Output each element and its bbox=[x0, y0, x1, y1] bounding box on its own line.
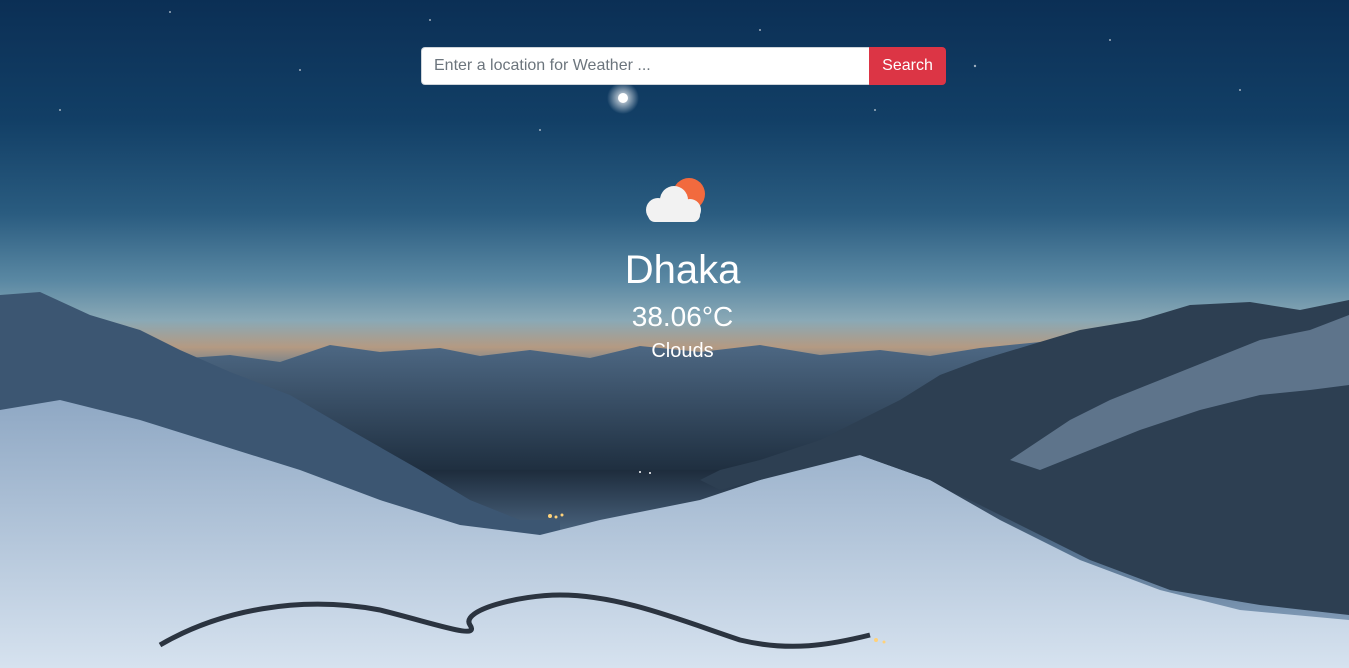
search-input[interactable] bbox=[421, 47, 869, 85]
search-button[interactable]: Search bbox=[869, 47, 946, 85]
temperature: 38.06°C bbox=[631, 301, 734, 332]
city-name: Dhaka bbox=[624, 248, 741, 292]
cloud-sun-icon bbox=[645, 178, 705, 222]
weather-app: Search Dhaka 38.06°C Clouds bbox=[0, 0, 1349, 668]
search-bar: Search bbox=[421, 47, 946, 85]
weather-condition: Clouds bbox=[651, 340, 714, 362]
weather-panel: Dhaka 38.06°C Clouds bbox=[0, 170, 1349, 364]
